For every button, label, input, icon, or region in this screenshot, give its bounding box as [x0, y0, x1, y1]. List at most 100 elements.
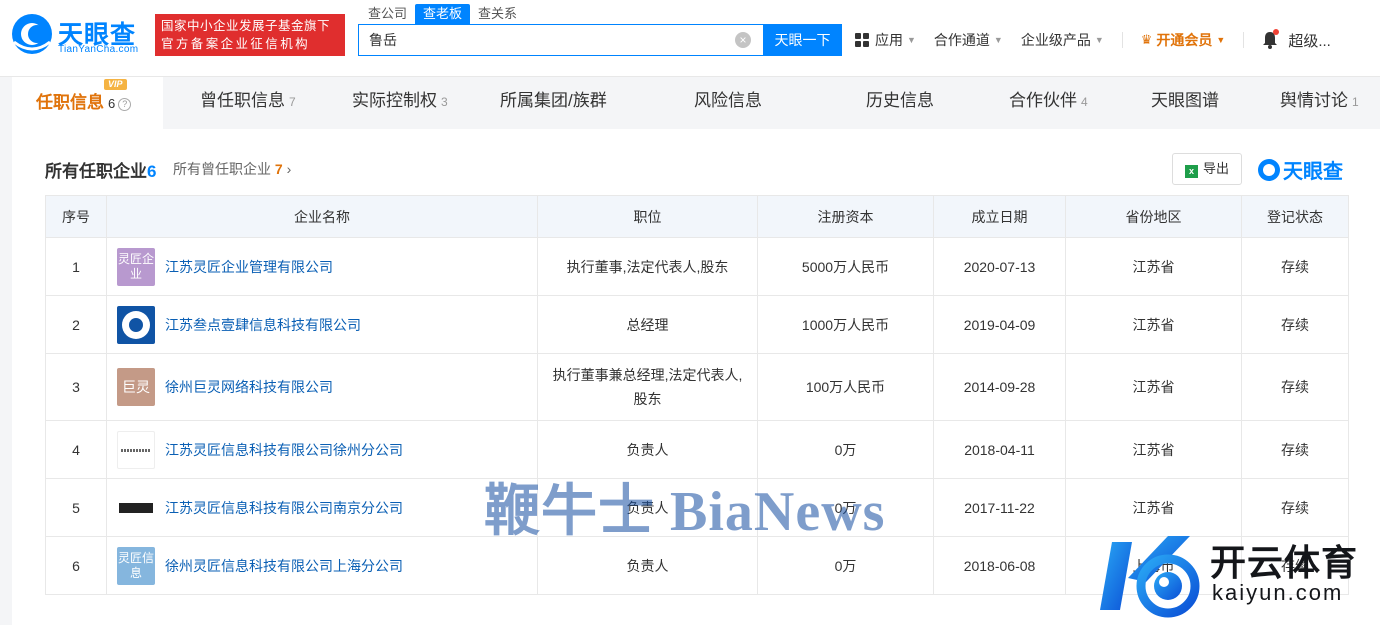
tab-group[interactable]: 所属集团/族群	[500, 77, 607, 129]
clear-search-icon[interactable]: ×	[735, 32, 751, 48]
tianyancha-brand-mark: 天眼查	[1258, 155, 1343, 184]
company-link[interactable]: 江苏灵匠企业管理有限公司	[165, 259, 333, 275]
kaiyun-url: kaiyun.com	[1212, 580, 1344, 605]
tab-label: 所属集团/族群	[500, 91, 607, 110]
company-logo[interactable]: 灵匠企业	[117, 247, 155, 286]
gov-badge: 国家中小企业发展子基金旗下 官方备案企业征信机构	[155, 14, 345, 56]
company-link[interactable]: 江苏灵匠信息科技有限公司南京分公司	[165, 500, 403, 516]
company-link[interactable]: 徐州巨灵网络科技有限公司	[165, 379, 333, 395]
tab-label: 任职信息	[36, 93, 104, 112]
table-row: 1 灵匠企业 江苏灵匠企业管理有限公司 执行董事,法定代表人,股东 5000万人民…	[45, 237, 1349, 296]
col-header-capital: 注册资本	[757, 195, 934, 238]
bianews-watermark: 鞭牛士 BiaNews	[484, 481, 886, 543]
kaiyun-watermark: 开云体育 kaiyun.com	[1098, 522, 1380, 625]
search-tab-boss[interactable]: 查老板	[415, 4, 471, 24]
company-cell: 巨灵 徐州巨灵网络科技有限公司	[106, 353, 538, 421]
past-positions-link[interactable]: 所有曾任职企业 7 ›	[173, 159, 291, 179]
chevron-right-icon: ›	[286, 161, 292, 177]
tab-current-positions[interactable]: 任职信息 6? VIP	[12, 77, 163, 129]
vip-menu-label: 开通会员	[1156, 32, 1213, 48]
chevron-down-icon: ▼	[907, 35, 916, 45]
company-cell: 江苏灵匠信息科技有限公司南京分公司	[106, 478, 538, 537]
tab-risk[interactable]: 风险信息	[694, 77, 762, 129]
company-logo[interactable]	[117, 305, 155, 344]
tianyancha-eye-icon	[1258, 159, 1280, 181]
search-input[interactable]	[359, 25, 719, 55]
tab-label: 天眼图谱	[1151, 91, 1219, 110]
user-menu[interactable]: 超级...	[1288, 30, 1331, 51]
company-logo[interactable]: 巨灵	[117, 368, 155, 406]
tab-history[interactable]: 历史信息	[866, 77, 934, 129]
top-nav: 应用 ▼ 合作通道 ▼ 企业级产品 ▼ ♛ 开通会员 ▼ 超级...	[855, 24, 1331, 56]
enterprise-menu[interactable]: 企业级产品 ▼	[1021, 30, 1104, 50]
top-bar: 天眼查 TianYanCha.com 国家中小企业发展子基金旗下 官方备案企业征…	[0, 0, 1380, 77]
kaiyun-k-logo-icon	[1100, 536, 1200, 618]
excel-icon: x	[1184, 165, 1198, 178]
row-no: 6	[45, 536, 107, 595]
apps-menu-label: 应用	[875, 32, 903, 48]
row-no: 1	[45, 237, 107, 296]
tab-public-opinion[interactable]: 舆情讨论 1	[1280, 77, 1359, 129]
position-cell: 执行董事,法定代表人,股东	[537, 237, 758, 296]
tab-label: 风险信息	[694, 91, 762, 110]
export-button[interactable]: x 导出	[1172, 153, 1242, 185]
position-cell: 总经理	[537, 295, 758, 354]
chevron-down-icon: ▼	[1094, 35, 1104, 45]
date-cell: 2018-06-08	[933, 536, 1066, 595]
region-cell: 江苏省	[1065, 353, 1242, 421]
detail-tab-bar: 任职信息 6? VIP 曾任职信息 7 实际控制权 3 所属集团/族群 风险信息 历史…	[12, 77, 1380, 129]
company-cell: 江苏灵匠信息科技有限公司徐州分公司	[106, 420, 538, 479]
tianyancha-logo[interactable]: 天眼查 TianYanCha.com	[10, 12, 150, 58]
tab-label: 实际控制权	[352, 91, 437, 110]
sub-link-count: 7	[274, 161, 283, 177]
help-icon[interactable]: ?	[118, 98, 132, 111]
tab-graph[interactable]: 天眼图谱	[1151, 77, 1219, 129]
company-link[interactable]: 江苏灵匠信息科技有限公司徐州分公司	[165, 442, 403, 458]
date-cell: 2018-04-11	[933, 420, 1066, 479]
company-cell: 灵匠信息 徐州灵匠信息科技有限公司上海分公司	[106, 536, 538, 595]
row-no: 4	[45, 420, 107, 479]
col-header-position: 职位	[537, 195, 758, 238]
search-tab-company[interactable]: 查公司	[360, 4, 415, 24]
notification-bell-icon[interactable]	[1262, 29, 1280, 49]
col-header-no: 序号	[45, 195, 107, 238]
nav-divider	[1243, 32, 1245, 48]
tab-past-positions[interactable]: 曾任职信息 7	[200, 77, 296, 129]
crown-icon: ♛	[1140, 32, 1153, 47]
tab-partners[interactable]: 合作伙伴 4	[1009, 77, 1088, 129]
company-logo[interactable]: 灵匠信息	[117, 546, 155, 585]
channels-menu-label: 合作通道	[933, 32, 990, 48]
status-cell: 存续	[1241, 295, 1349, 354]
search-tab-relation[interactable]: 查关系	[470, 4, 525, 24]
enterprise-menu-label: 企业级产品	[1020, 32, 1091, 48]
table-row: 3 巨灵 徐州巨灵网络科技有限公司 执行董事兼总经理,法定代表人,股东 100万人…	[45, 353, 1349, 421]
company-cell: 江苏叁点壹肆信息科技有限公司	[106, 295, 538, 354]
section-title-text: 所有任职企业	[45, 162, 147, 181]
kaiyun-title: 开云体育	[1210, 542, 1359, 583]
row-no: 2	[45, 295, 107, 354]
apps-menu[interactable]: 应用 ▼	[855, 30, 916, 50]
gov-badge-line1: 国家中小企业发展子基金旗下	[161, 19, 331, 33]
export-label: 导出	[1202, 161, 1229, 176]
capital-cell: 5000万人民币	[757, 237, 934, 296]
tab-label: 历史信息	[866, 91, 934, 110]
company-cell: 灵匠企业 江苏灵匠企业管理有限公司	[106, 237, 538, 296]
row-no: 3	[45, 353, 107, 421]
company-logo[interactable]	[117, 430, 155, 469]
search-button[interactable]: 天眼一下	[763, 24, 842, 56]
col-header-company: 企业名称	[106, 195, 538, 238]
vip-badge: VIP	[104, 79, 127, 90]
company-logo[interactable]	[117, 488, 155, 527]
channels-menu[interactable]: 合作通道 ▼	[934, 30, 1003, 50]
table-header-row: 序号 企业名称 职位 注册资本 成立日期 省份地区 登记状态	[45, 195, 1349, 238]
tab-actual-control[interactable]: 实际控制权 3	[352, 77, 448, 129]
company-link[interactable]: 徐州灵匠信息科技有限公司上海分公司	[165, 558, 403, 574]
status-cell: 存续	[1241, 420, 1349, 479]
date-cell: 2020-07-13	[933, 237, 1066, 296]
tab-count: 3	[441, 95, 448, 109]
notification-dot	[1273, 29, 1280, 35]
company-link[interactable]: 江苏叁点壹肆信息科技有限公司	[165, 317, 361, 333]
vip-menu[interactable]: ♛ 开通会员 ▼	[1141, 30, 1226, 50]
chevron-down-icon: ▼	[993, 35, 1003, 45]
search-type-tabs: 查公司 查老板 查关系	[360, 4, 525, 24]
